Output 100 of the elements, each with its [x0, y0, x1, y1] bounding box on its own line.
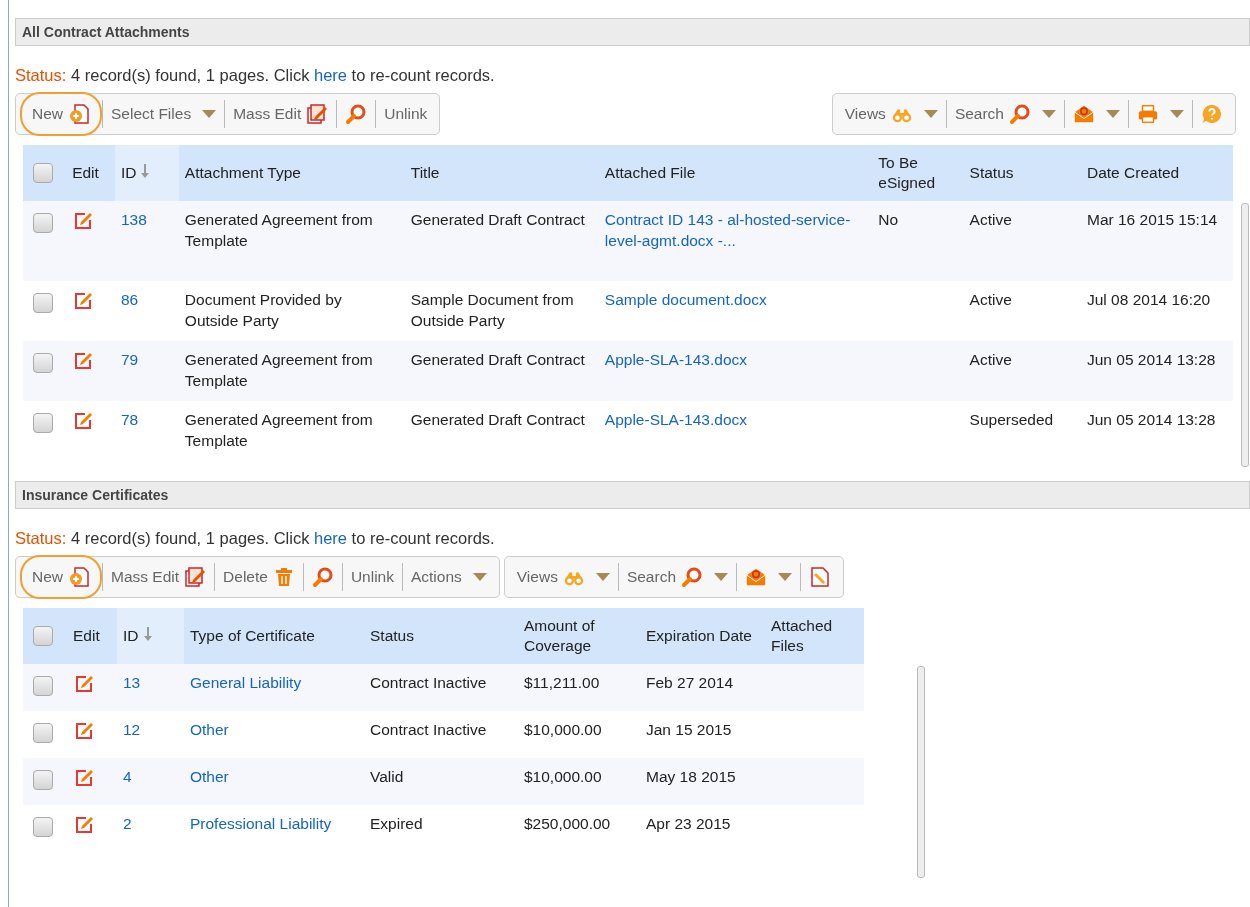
record-link[interactable]: Apple-SLA-143.docx [604, 409, 867, 430]
help-icon [1201, 103, 1223, 125]
toolbar-button[interactable]: Search [618, 560, 736, 594]
table-cell: Sample Document from Outside Party [410, 291, 574, 329]
table-cell: Active [969, 351, 1012, 368]
row-checkbox[interactable] [33, 723, 53, 743]
search-icon [1009, 103, 1031, 125]
table-cell: Expired [370, 815, 423, 832]
envelope-icon [1073, 103, 1095, 125]
search-icon [345, 103, 368, 125]
printer-icon [1137, 103, 1159, 125]
caret-icon [472, 573, 487, 581]
record-link[interactable]: 78 [120, 409, 173, 430]
table-cell: Document Provided by Outside Party [184, 291, 342, 329]
row-checkbox[interactable] [33, 817, 53, 837]
table-cell: Generated Agreement from Template [184, 411, 373, 449]
new-document-icon [68, 103, 90, 125]
column-header[interactable]: Date Created [1081, 145, 1233, 201]
table-cell: May 18 2015 [646, 768, 736, 785]
table-cell: Valid [370, 768, 404, 785]
sort-arrow-icon [141, 164, 150, 178]
table-cell: No [878, 211, 899, 228]
toolbar-button[interactable]: New [20, 92, 102, 136]
row-checkbox[interactable] [33, 293, 53, 313]
column-header[interactable]: Title [404, 145, 599, 201]
row-checkbox[interactable] [33, 413, 53, 433]
column-header[interactable]: Attached File [598, 145, 873, 201]
table-cell: Active [969, 291, 1012, 308]
caret-icon [1106, 110, 1120, 118]
table-cell: Generated Draft Contract [410, 351, 585, 368]
status-message: Status: 4 record(s) found, 1 pages. Click here to re-count records. [15, 66, 496, 85]
recount-link[interactable]: here [314, 529, 348, 547]
table-cell: Generated Agreement from Template [184, 351, 373, 389]
sort-arrow-icon [143, 627, 152, 641]
column-header[interactable]: Status [364, 608, 518, 664]
row-checkbox[interactable] [33, 770, 53, 790]
toolbar-button[interactable]: Views [508, 560, 618, 594]
search-icon [311, 566, 334, 588]
recount-link[interactable]: here [314, 66, 348, 84]
toolbar-button[interactable]: Actions [402, 560, 495, 594]
table-cell: Superseded [969, 411, 1054, 428]
table-cell: Generated Draft Contract [410, 211, 585, 228]
search-icon [681, 566, 703, 588]
column-header[interactable]: Expiration Date [640, 608, 765, 664]
toolbar-button[interactable]: Delete [215, 560, 303, 594]
column-header[interactable]: To Be eSigned [872, 145, 964, 201]
caret-icon [595, 573, 610, 581]
document-pencil-icon [809, 566, 831, 588]
row-checkbox[interactable] [33, 213, 53, 233]
caret-icon [1042, 110, 1056, 118]
column-header[interactable]: ID [117, 608, 184, 664]
section-header: Insurance Certificates [15, 481, 1250, 509]
scrollbar[interactable] [1241, 203, 1249, 467]
table-cell: Contract Inactive [370, 674, 487, 691]
record-link[interactable]: Other [190, 719, 358, 740]
select-all-checkbox[interactable] [33, 162, 53, 183]
caret-icon [923, 110, 938, 118]
table-cell: $10,000.00 [524, 768, 602, 785]
caret-icon [1170, 110, 1184, 118]
record-link[interactable]: 2 [123, 813, 178, 834]
column-header[interactable]: ID [114, 145, 179, 201]
column-header[interactable]: Edit [67, 608, 117, 664]
record-link[interactable]: 86 [120, 289, 173, 310]
row-checkbox[interactable] [33, 353, 53, 373]
section-header: All Contract Attachments [15, 18, 1250, 46]
table-cell: Feb 27 2014 [646, 674, 734, 691]
edit-pages-icon [306, 103, 329, 125]
toolbar-button[interactable]: New [20, 555, 102, 599]
status-message: Status: 4 record(s) found, 1 pages. Click here to re-count records. [15, 529, 496, 548]
column-header[interactable]: Attached Files [765, 608, 864, 664]
table-cell: Jun 05 2014 13:28 [1087, 351, 1216, 368]
toolbar-button[interactable]: Views [836, 97, 946, 131]
new-document-icon [68, 566, 90, 588]
table-cell: Mar 16 2015 15:14 [1087, 211, 1218, 228]
envelope-icon [745, 566, 767, 588]
table-cell: $250,000.00 [524, 815, 611, 832]
toolbar-button[interactable]: Mass Edit [225, 97, 337, 131]
scrollbar[interactable] [917, 666, 925, 878]
table-cell: Apr 23 2015 [646, 815, 731, 832]
row-checkbox[interactable] [33, 676, 53, 696]
column-header[interactable]: Edit [66, 145, 115, 201]
column-header[interactable]: Amount of Coverage [518, 608, 640, 664]
table-cell: Jun 05 2014 13:28 [1087, 411, 1216, 428]
column-header[interactable]: Attachment Type [178, 145, 405, 201]
record-link[interactable]: 12 [123, 719, 178, 740]
edit-pages-icon [184, 566, 207, 588]
toolbar-button[interactable]: Select Files [103, 97, 225, 131]
toolbar-button[interactable]: Unlink [376, 97, 436, 131]
table-cell: $10,000.00 [524, 721, 602, 738]
record-link[interactable]: Sample document.docx [604, 289, 867, 310]
table-cell: Generated Draft Contract [410, 411, 585, 428]
record-link[interactable]: Professional Liability [190, 813, 358, 834]
toolbar-button[interactable]: Mass Edit [103, 560, 215, 594]
toolbar-button[interactable]: Unlink [342, 560, 402, 594]
column-header[interactable]: Type of Certificate [184, 608, 364, 664]
toolbar-button[interactable]: Search [946, 97, 1064, 131]
caret-icon [202, 110, 217, 118]
select-all-checkbox[interactable] [33, 625, 53, 646]
table-cell: Jul 08 2014 16:20 [1087, 291, 1211, 308]
column-header[interactable]: Status [963, 145, 1081, 201]
